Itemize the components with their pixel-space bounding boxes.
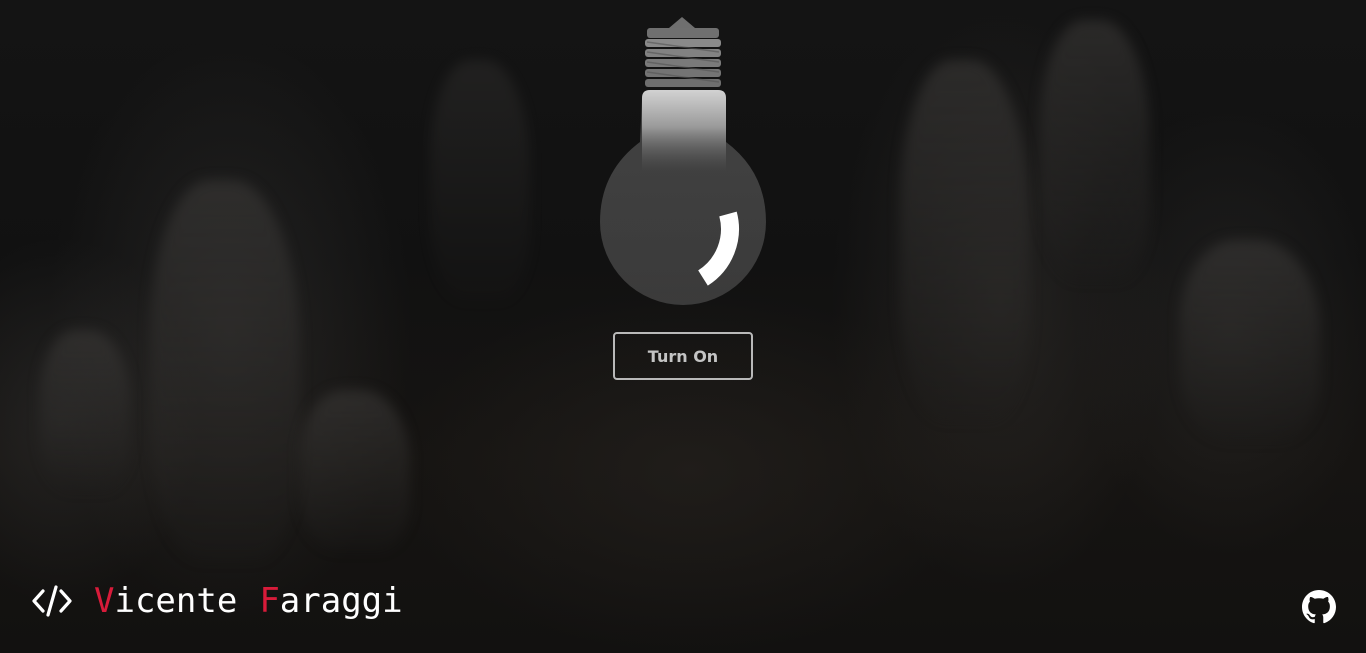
light-bulb-icon <box>600 17 766 305</box>
brand-first-rest: icente <box>114 581 238 621</box>
github-link[interactable] <box>1302 590 1336 624</box>
footer: Vicente Faraggi <box>0 553 1366 653</box>
brand-last-name: Faraggi <box>259 581 402 621</box>
brand-last-initial: F <box>259 581 280 621</box>
github-icon <box>1302 590 1336 624</box>
code-icon <box>32 583 72 619</box>
brand-logo[interactable]: Vicente Faraggi <box>32 581 403 621</box>
turn-on-button[interactable]: Turn On <box>613 332 753 380</box>
light-bulb <box>590 12 776 312</box>
brand-first-initial: V <box>94 581 115 621</box>
brand-last-rest: araggi <box>279 581 403 621</box>
brand-first-name: Vicente <box>94 581 237 621</box>
